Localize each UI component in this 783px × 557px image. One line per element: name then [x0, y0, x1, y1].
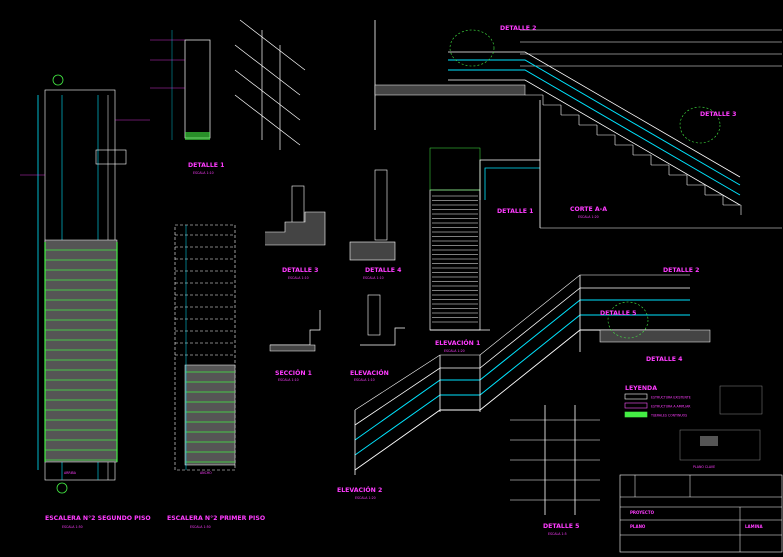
- detalle3-view: DETALLE 3 ESCALA 1:10: [265, 185, 326, 280]
- callout-detalle-4: DETALLE 4: [646, 356, 683, 363]
- plan-mark-arriba: ARRIBA: [64, 471, 77, 475]
- plan-escalera-primer-piso: ANCHO ESCALERA N°2 PRIMER PISO ESCALA 1:…: [167, 224, 265, 529]
- title-block-project-label: PROYECTO: [630, 510, 655, 515]
- detalle3-scale: ESCALA 1:10: [288, 276, 309, 280]
- detalle1-title: DETALLE 1: [188, 162, 224, 169]
- key-plan-label: PLANO CLAVE: [693, 465, 715, 469]
- legend-item: TIJERALES CONTINUOS: [624, 411, 687, 418]
- escalera2-title: ESCALERA N°2 SEGUNDO PISO: [45, 514, 151, 522]
- callout-detalle-2-a: DETALLE 2: [500, 25, 536, 32]
- elevacion-small-scale: ESCALA 1:10: [354, 378, 375, 382]
- detalle1-view: DETALLE 1 ESCALA 1:10: [150, 19, 306, 175]
- corte-aa-view: CORTE A-A ESCALA 1:20: [374, 20, 782, 229]
- seccion1-view: SECCIÓN 1 ESCALA 1:10: [269, 310, 321, 382]
- legend-title: LEYENDA: [625, 385, 657, 392]
- legend-item: ESTRUCTURA EXISTENTE: [624, 393, 691, 400]
- seccion1-title: SECCIÓN 1: [275, 368, 312, 377]
- callout-detalle-5: DETALLE 5: [600, 310, 636, 317]
- callout-detalle-3: DETALLE 3: [700, 111, 736, 118]
- elevacion1-scale: ESCALA 1:20: [444, 349, 465, 353]
- detalle5-scale: ESCALA 1:5: [548, 532, 567, 536]
- elevacion2-scale: ESCALA 1:20: [355, 496, 376, 500]
- elevacion-small-view: ELEVACIÓN ESCALA 1:10: [350, 294, 405, 382]
- detalle5-title: DETALLE 5: [543, 523, 579, 530]
- title-block: PROYECTO PLANO LAMINA: [619, 474, 783, 553]
- detalle1-scale: ESCALA 1:10: [193, 171, 214, 175]
- key-plan: PLANO CLAVE: [679, 385, 763, 469]
- title-block-sheet-label: PLANO: [630, 524, 646, 529]
- elevacion2-title: ELEVACIÓN 2: [337, 485, 382, 494]
- cad-drawing-sheet: ARRIBA ESCALERA N°2 SEGUNDO PISO ESCALA …: [0, 0, 783, 553]
- detalle4-scale: ESCALA 1:10: [363, 276, 384, 280]
- elevacion-small-title: ELEVACIÓN: [350, 368, 389, 377]
- detalle4-view: DETALLE 4 ESCALA 1:10: [349, 169, 402, 280]
- corte-aa-title: CORTE A-A: [570, 206, 607, 213]
- escalera1-title: ESCALERA N°2 PRIMER PISO: [167, 514, 265, 522]
- escalera2-scale: ESCALA 1:50: [62, 525, 83, 529]
- detalle3-title: DETALLE 3: [282, 267, 318, 274]
- legend-item-label: ESTRUCTURA A AMPLIAR: [651, 405, 691, 409]
- seccion1-scale: ESCALA 1:10: [278, 378, 299, 382]
- corte-aa-scale: ESCALA 1:20: [578, 215, 599, 219]
- legend-item: ESTRUCTURA A AMPLIAR: [624, 402, 691, 409]
- detalle4-title: DETALLE 4: [365, 267, 402, 274]
- escalera1-scale: ESCALA 1:50: [190, 525, 211, 529]
- plan-escalera-segundo-piso: ARRIBA ESCALERA N°2 SEGUNDO PISO ESCALA …: [20, 74, 151, 529]
- elevacion1-view: ELEVACIÓN 1 ESCALA 1:20: [429, 147, 540, 353]
- plan-mark-ancho: ANCHO: [200, 471, 212, 475]
- callout-detalle-1: DETALLE 1: [497, 208, 533, 215]
- callout-detalle-2-b: DETALLE 2: [663, 267, 699, 274]
- legend-item-label: TIJERALES CONTINUOS: [650, 414, 687, 418]
- elevacion1-title: ELEVACIÓN 1: [435, 338, 480, 347]
- legend: LEYENDA ESTRUCTURA EXISTENTE ESTRUCTURA …: [624, 385, 691, 418]
- legend-item-label: ESTRUCTURA EXISTENTE: [651, 396, 691, 400]
- title-block-lamina-label: LAMINA: [745, 524, 763, 529]
- detalle5-view: DETALLE 5 ESCALA 1:5: [510, 405, 600, 536]
